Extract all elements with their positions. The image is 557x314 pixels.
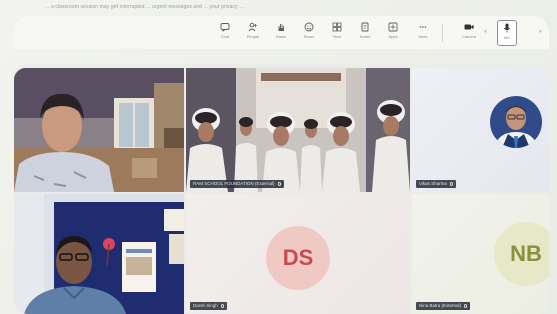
participant-tile-3[interactable]: Vikas Sharma (412, 68, 549, 192)
mic-icon (277, 182, 281, 186)
mic-options-chevron-icon[interactable]: ˅ (539, 29, 542, 35)
participant-tile-2[interactable]: RAM SCHOOL FOUNDATION (External) (186, 68, 410, 192)
apps-icon (388, 22, 398, 32)
camera-options-chevron-icon[interactable]: ˅ (484, 29, 487, 35)
more-icon (419, 26, 427, 28)
people-icon (248, 22, 257, 32)
initials-avatar: DS (266, 226, 330, 290)
mic-button[interactable]: Mic (497, 20, 517, 46)
participant-name-tag: RAM SCHOOL FOUNDATION (External) (190, 180, 284, 188)
notes-button[interactable]: Notes (354, 20, 376, 46)
toolbar-divider (442, 24, 443, 42)
notes-icon (361, 22, 369, 32)
smile-icon (304, 22, 314, 32)
participant-tile-6[interactable]: NB Nina Batra (External) (412, 194, 549, 314)
meeting-toolbar: Chat People Raise React View Notes Apps … (14, 16, 549, 49)
video-feed (186, 68, 410, 192)
grid-icon (332, 22, 342, 32)
hand-icon (278, 24, 284, 31)
more-button[interactable]: More (412, 20, 434, 46)
participant-name-tag: Nina Batra (External) (416, 302, 471, 310)
video-feed (14, 194, 184, 314)
people-button[interactable]: People (242, 20, 264, 46)
caption-text: ... a classroom session may get interrup… (45, 4, 244, 10)
react-button[interactable]: React (298, 20, 320, 46)
camera-button[interactable]: Camera (456, 20, 482, 46)
participant-tile-1[interactable] (14, 68, 184, 192)
participant-name-tag: Darsh Singh (190, 302, 227, 310)
mic-icon (449, 182, 453, 186)
apps-button[interactable]: Apps (382, 20, 404, 46)
participant-tile-4[interactable] (14, 194, 184, 314)
video-feed (14, 68, 184, 192)
video-grid: RAM SCHOOL FOUNDATION (External) Vikas S… (14, 64, 549, 314)
avatar (490, 96, 542, 148)
participant-name-tag: Vikas Sharma (416, 180, 456, 188)
chat-button[interactable]: Chat (214, 20, 236, 46)
mic-icon (464, 304, 468, 308)
chat-icon (220, 23, 230, 32)
camera-icon (464, 24, 474, 30)
participant-tile-5[interactable]: DS Darsh Singh (186, 194, 410, 314)
initials-avatar: NB (494, 222, 549, 286)
mic-icon (220, 304, 224, 308)
mic-icon (503, 23, 511, 33)
view-button[interactable]: View (326, 20, 348, 46)
raise-hand-button[interactable]: Raise (270, 20, 292, 46)
